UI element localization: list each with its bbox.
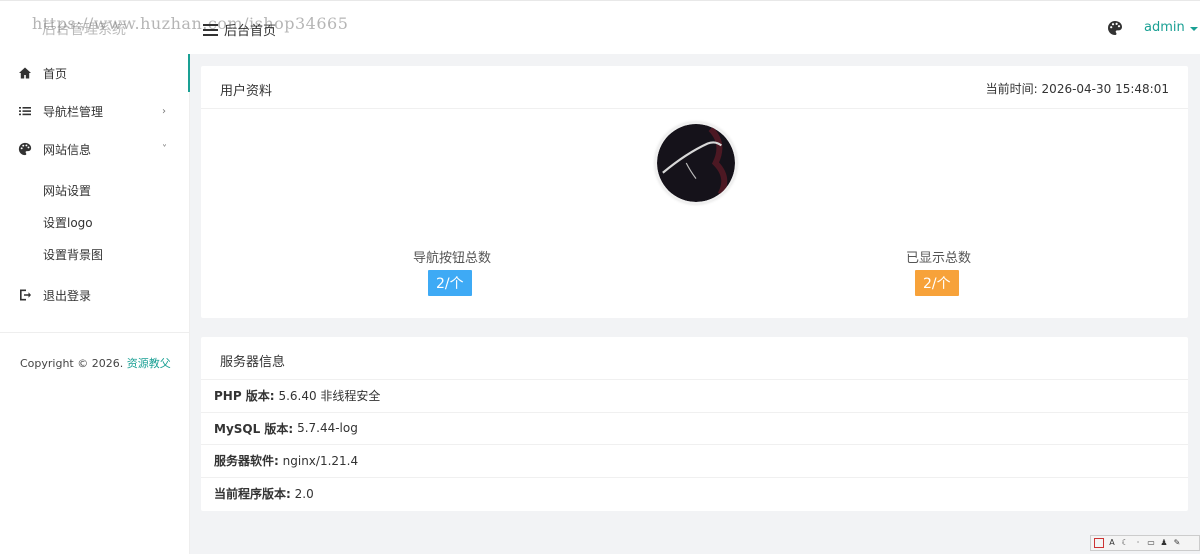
sidebar-item-label: 退出登录 (43, 288, 92, 303)
sidebar-subitem-label: 设置logo (43, 215, 93, 230)
ime-mode-icon[interactable] (1094, 538, 1104, 548)
keyboard-icon[interactable]: ▭ (1146, 538, 1156, 548)
copyright-text: Copyright © 2026. 资源教父 (20, 355, 171, 371)
sidebar-subitem-label: 网站设置 (43, 183, 92, 198)
menu-toggle-button[interactable]: 后台首页 (203, 20, 276, 39)
sidebar: 首页 导航栏管理 › 网站信息 ˅ 网站设置 设置logo 设置背景图 退出登录 (0, 54, 190, 554)
home-icon (19, 67, 31, 79)
avatar (655, 122, 737, 204)
theme-palette-icon[interactable] (1107, 20, 1123, 36)
sidebar-item-home[interactable]: 首页 (0, 54, 190, 92)
user-profile-card: 用户资料 当前时间: 2026-04-30 15:48:01 导航按钮总数 2/… (201, 66, 1188, 318)
caret-down-icon (1189, 26, 1198, 31)
info-key: 服务器软件: (214, 454, 279, 469)
info-key: 当前程序版本: (214, 487, 291, 502)
sidebar-item-nav-management[interactable]: 导航栏管理 › (0, 92, 190, 130)
sidebar-item-logout[interactable]: 退出登录 (0, 276, 190, 314)
sidebar-subitem-set-logo[interactable]: 设置logo (0, 206, 190, 238)
sidebar-item-label: 导航栏管理 (43, 104, 104, 119)
server-info-list: PHP 版本: 5.6.40 非线程安全 MySQL 版本: 5.7.44-lo… (201, 380, 1188, 510)
info-row-server-software: 服务器软件: nginx/1.21.4 (201, 445, 1188, 478)
sidebar-item-label: 网站信息 (43, 142, 92, 157)
user-name: admin (1144, 20, 1185, 35)
info-key: PHP 版本: (214, 389, 275, 404)
card-title: 服务器信息 (220, 355, 286, 370)
logout-icon (20, 289, 31, 301)
top-header: 后台管理系统 https://www.huzhan.com/ishop34665… (0, 0, 1200, 54)
stat-label-nav-buttons: 导航按钮总数 (413, 251, 492, 266)
copyright-prefix: Copyright © 2026. (20, 357, 124, 370)
server-info-card: 服务器信息 PHP 版本: 5.6.40 非线程安全 MySQL 版本: 5.7… (201, 337, 1188, 511)
sidebar-subitem-label: 设置背景图 (43, 247, 104, 262)
chevron-down-icon: ˅ (162, 143, 167, 155)
info-key: MySQL 版本: (214, 421, 294, 436)
current-time-label: 当前时间: (985, 82, 1038, 96)
current-time: 当前时间: 2026-04-30 15:48:01 (986, 80, 1169, 97)
watermark-text: https://www.huzhan.com/ishop34665 (32, 14, 349, 33)
font-icon[interactable]: A (1107, 538, 1117, 548)
list-icon (19, 107, 31, 116)
info-value: 5.7.44-log (297, 421, 358, 436)
info-row-mysql: MySQL 版本: 5.7.44-log (201, 413, 1188, 445)
person-icon[interactable]: ♟ (1159, 538, 1169, 548)
card-title: 用户资料 (220, 84, 273, 99)
sidebar-item-site-info[interactable]: 网站信息 ˅ (0, 130, 190, 168)
ime-toolbar[interactable]: A ☾ · ▭ ♟ ✎ (1090, 535, 1200, 551)
current-time-value: 2026-04-30 15:48:01 (1041, 82, 1169, 96)
info-value: 2.0 (294, 486, 314, 501)
chevron-right-icon: › (162, 105, 166, 117)
sidebar-divider (0, 332, 190, 333)
card-header: 用户资料 当前时间: 2026-04-30 15:48:01 (201, 66, 1188, 109)
info-row-app-version: 当前程序版本: 2.0 (201, 478, 1188, 511)
hamburger-icon (203, 24, 218, 36)
stat-badge-nav-buttons: 2/个 (428, 270, 472, 296)
sidebar-subitem-set-background[interactable]: 设置背景图 (0, 238, 190, 270)
copyright-link[interactable]: 资源教父 (127, 357, 171, 370)
info-value: 5.6.40 非线程安全 (278, 389, 381, 404)
wrench-icon[interactable]: ✎ (1172, 538, 1182, 548)
sidebar-subitem-site-settings[interactable]: 网站设置 (0, 174, 190, 206)
stat-label-displayed: 已显示总数 (906, 251, 972, 266)
menu-toggle-label: 后台首页 (224, 24, 277, 39)
user-menu[interactable]: admin (1144, 20, 1198, 35)
info-value: nginx/1.21.4 (282, 453, 359, 468)
dot-icon[interactable]: · (1133, 538, 1143, 548)
avatar-image (657, 124, 735, 202)
palette-icon (18, 142, 32, 156)
moon-icon[interactable]: ☾ (1120, 538, 1130, 548)
stat-badge-displayed: 2/个 (915, 270, 959, 296)
card-header: 服务器信息 (201, 337, 1188, 380)
sidebar-item-label: 首页 (43, 66, 68, 81)
info-row-php: PHP 版本: 5.6.40 非线程安全 (201, 380, 1188, 413)
